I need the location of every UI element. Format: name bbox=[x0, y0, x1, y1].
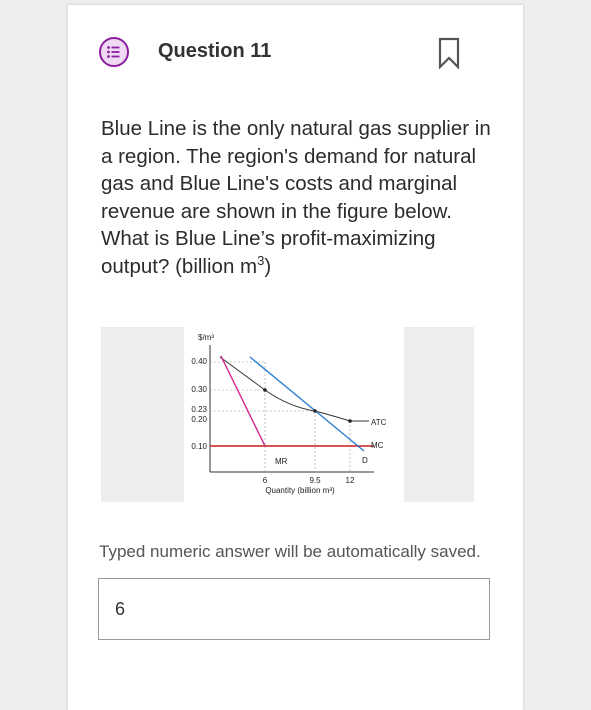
demand-label: D bbox=[362, 456, 368, 465]
atc-label: ATC bbox=[371, 418, 387, 427]
y-tick-023: 0.23 bbox=[191, 405, 207, 414]
x-tick-95: 9.5 bbox=[309, 476, 321, 485]
answer-input[interactable]: 6 bbox=[98, 578, 490, 640]
figure: $/m³ 0.40 0.30 0.23 0.20 0.10 ATC MC MR bbox=[101, 327, 474, 502]
atc-point-12 bbox=[348, 419, 352, 423]
question-text: Blue Line is the only natural gas suppli… bbox=[101, 115, 491, 280]
mr-curve bbox=[220, 355, 266, 447]
y-tick-040: 0.40 bbox=[191, 357, 207, 366]
chart-svg: $/m³ 0.40 0.30 0.23 0.20 0.10 ATC MC MR bbox=[191, 333, 387, 495]
question-text-end: ) bbox=[264, 254, 272, 278]
autosave-note: Typed numeric answer will be automatical… bbox=[99, 542, 481, 561]
y-tick-020: 0.20 bbox=[191, 415, 207, 424]
atc-curve bbox=[219, 356, 369, 422]
x-tick-6: 6 bbox=[263, 476, 268, 485]
figure-canvas: $/m³ 0.40 0.30 0.23 0.20 0.10 ATC MC MR bbox=[184, 327, 404, 502]
x-axis-label: Quantity (billion m³) bbox=[265, 486, 335, 495]
y-tick-010: 0.10 bbox=[191, 442, 207, 451]
x-tick-12: 12 bbox=[346, 476, 355, 485]
question-list-icon[interactable] bbox=[99, 37, 129, 67]
bookmark-icon[interactable] bbox=[438, 37, 460, 69]
atc-point-6 bbox=[263, 388, 267, 392]
mc-label: MC bbox=[371, 441, 384, 450]
question-title: Question 11 bbox=[158, 40, 272, 62]
demand-curve bbox=[249, 356, 365, 452]
y-unit-label: $/m³ bbox=[198, 333, 214, 342]
y-tick-030: 0.30 bbox=[191, 385, 207, 394]
question-text-main: Blue Line is the only natural gas suppli… bbox=[101, 117, 491, 278]
atc-point-95 bbox=[313, 409, 317, 413]
mr-label: MR bbox=[275, 457, 288, 466]
answer-value[interactable]: 6 bbox=[115, 599, 125, 620]
